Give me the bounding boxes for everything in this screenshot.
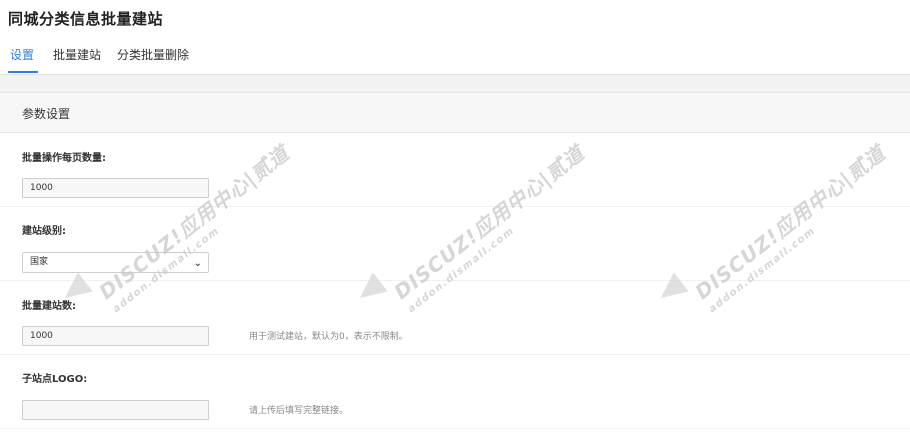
tab-bar: 设置 批量建站 分类批量删除 <box>0 44 910 74</box>
row-divider <box>0 280 910 281</box>
per-page-input[interactable]: 1000 <box>22 178 209 198</box>
tab-batch-delete-category[interactable]: 分类批量删除 <box>117 44 189 74</box>
site-level-label: 建站级别: <box>22 226 66 237</box>
settings-panel: 参数设置 批量操作每页数量: 1000 建站级别: 国家 ⌄ 批量建站数: 10… <box>0 92 910 434</box>
page-title: 同城分类信息批量建站 <box>8 10 164 28</box>
logo-hint: 请上传后填写完整链接。 <box>249 406 349 416</box>
logo-url-input[interactable] <box>22 400 209 420</box>
tab-batch-build[interactable]: 批量建站 <box>53 44 101 74</box>
chevron-down-icon: ⌄ <box>193 258 202 269</box>
section-gap <box>0 75 910 92</box>
logo-label: 子站点LOGO: <box>22 374 88 385</box>
row-divider <box>0 428 910 429</box>
site-level-select[interactable]: 国家 ⌄ <box>22 252 209 273</box>
panel-title: 参数设置 <box>22 107 71 121</box>
site-count-input[interactable]: 1000 <box>22 326 209 346</box>
row-divider <box>0 354 910 355</box>
per-page-label: 批量操作每页数量: <box>22 153 106 164</box>
row-divider <box>0 206 910 207</box>
site-count-hint: 用于测试建站，默认为0，表示不限制。 <box>249 332 408 342</box>
active-tab-indicator <box>8 71 38 73</box>
panel-header: 参数设置 <box>0 93 910 133</box>
tab-settings[interactable]: 设置 <box>10 44 34 74</box>
site-level-selected-value: 国家 <box>30 257 49 267</box>
